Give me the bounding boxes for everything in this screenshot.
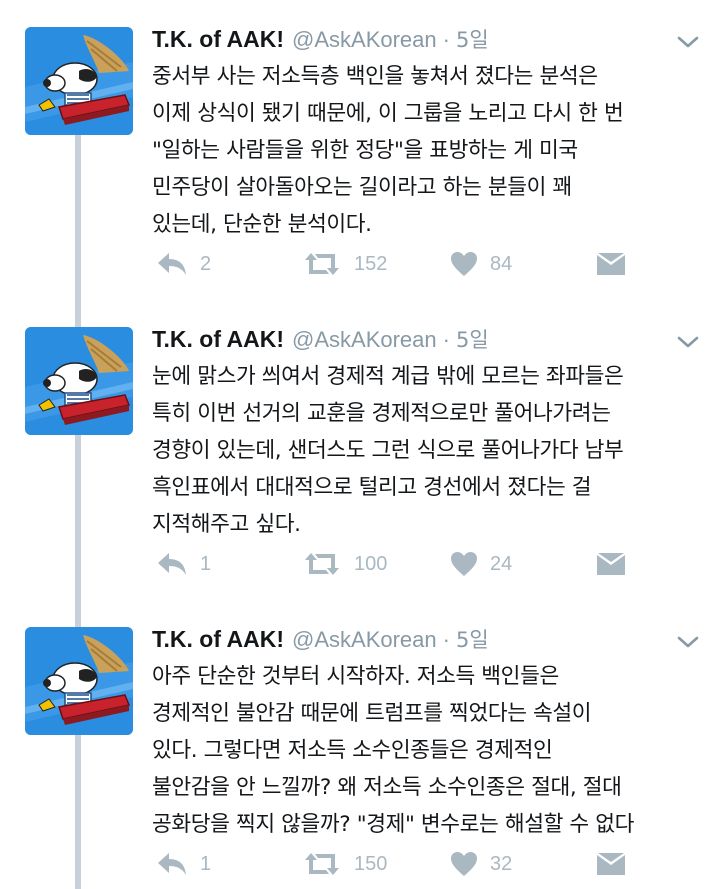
retweet-button[interactable]: 150 [302, 846, 387, 882]
snoopy-avatar-icon [25, 327, 133, 435]
user-handle[interactable]: @AskAKorean [292, 627, 437, 653]
retweet-button[interactable]: 100 [302, 546, 387, 582]
reply-count: 1 [200, 552, 212, 575]
tweet-text-line: 중서부 사는 저소득층 백인을 놓쳐서 졌다는 분석은 [152, 64, 598, 89]
chevron-down-icon[interactable] [676, 34, 700, 50]
tweet-text-line: 민주당이 살아돌아오는 길이라고 하는 분들이 꽤 [152, 175, 572, 200]
tweet-text-line: 지적해주고 싶다. [152, 512, 301, 537]
tweet-text: 아주 단순한 것부터 시작하자. 저소득 백인들은 경제적인 불안감 때문에 트… [152, 658, 708, 843]
tweet[interactable]: T.K. of AAK! @AskAKorean · 5일 아주 단순한 것부터… [0, 600, 720, 889]
tweet-text: 중서부 사는 저소득층 백인을 놓쳐서 졌다는 분석은 이제 상식이 됐기 때문… [152, 58, 708, 243]
reply-count: 1 [200, 852, 212, 875]
display-name[interactable]: T.K. of AAK! [152, 26, 284, 53]
like-count: 24 [490, 552, 513, 575]
tweet[interactable]: T.K. of AAK! @AskAKorean · 5일 눈에 맑스가 씌여서… [0, 300, 720, 600]
envelope-icon [597, 853, 625, 875]
tweet-thread: T.K. of AAK! @AskAKorean · 5일 중서부 사는 저소득… [0, 0, 720, 889]
tweet-text-line: 경향이 있는데, 샌더스도 그런 식으로 풀어나가다 남부 [152, 438, 624, 463]
retweet-button[interactable]: 152 [302, 246, 387, 282]
tweet-header: T.K. of AAK! @AskAKorean · 5일 [152, 624, 489, 654]
message-button[interactable] [596, 546, 626, 582]
message-button[interactable] [596, 246, 626, 282]
like-count: 32 [490, 852, 513, 875]
user-handle[interactable]: @AskAKorean [292, 27, 437, 53]
retweet-icon [305, 253, 339, 275]
tweet-header: T.K. of AAK! @AskAKorean · 5일 [152, 324, 489, 354]
tweet-text-line: "일하는 사람들을 위한 정당"을 표방하는 게 미국 [152, 138, 578, 163]
tweet-text-line: 공화당을 찍지 않을까? "경제" 변수로는 해설할 수 없다 [152, 812, 635, 837]
reply-count: 2 [200, 252, 212, 275]
separator-dot: · [442, 627, 450, 652]
like-count: 84 [490, 252, 513, 275]
chevron-down-icon[interactable] [676, 634, 700, 650]
user-handle[interactable]: @AskAKorean [292, 327, 437, 353]
snoopy-avatar-icon [25, 27, 133, 135]
like-button[interactable]: 84 [450, 246, 512, 282]
tweet-text-line: 아주 단순한 것부터 시작하자. 저소득 백인들은 [152, 664, 559, 689]
reply-icon [158, 553, 186, 575]
reply-icon [158, 853, 186, 875]
tweet-text: 눈에 맑스가 씌여서 경제적 계급 밖에 모르는 좌파들은 특히 이번 선거의 … [152, 358, 708, 543]
heart-icon [451, 252, 477, 276]
avatar[interactable] [25, 27, 133, 135]
message-button[interactable] [596, 846, 626, 882]
tweet-text-line: 이제 상식이 됐기 때문에, 이 그룹을 노리고 다시 한 번 [152, 101, 624, 126]
separator-dot: · [442, 27, 450, 52]
chevron-down-icon[interactable] [676, 334, 700, 350]
tweet-text-line: 특히 이번 선거의 교훈을 경제적으로만 풀어나가려는 [152, 401, 611, 426]
tweet-actions: 1 100 24 [152, 546, 712, 582]
heart-icon [451, 552, 477, 576]
heart-icon [451, 852, 477, 876]
display-name[interactable]: T.K. of AAK! [152, 626, 284, 653]
tweet[interactable]: T.K. of AAK! @AskAKorean · 5일 중서부 사는 저소득… [0, 0, 720, 300]
envelope-icon [597, 253, 625, 275]
tweet-text-line: 불안감을 안 느낄까? 왜 저소득 소수인종은 절대, 절대 [152, 775, 622, 800]
retweet-count: 100 [354, 552, 388, 575]
retweet-count: 152 [354, 252, 388, 275]
retweet-count: 150 [354, 852, 388, 875]
separator-dot: · [442, 327, 450, 352]
avatar[interactable] [25, 327, 133, 435]
tweet-text-line: 있는데, 단순한 분석이다. [152, 212, 372, 237]
timestamp[interactable]: 5일 [456, 324, 489, 354]
reply-icon [158, 253, 186, 275]
timestamp[interactable]: 5일 [456, 24, 489, 54]
display-name[interactable]: T.K. of AAK! [152, 326, 284, 353]
retweet-icon [305, 553, 339, 575]
reply-button[interactable]: 1 [156, 846, 211, 882]
like-button[interactable]: 32 [450, 846, 512, 882]
reply-button[interactable]: 1 [156, 546, 211, 582]
timestamp[interactable]: 5일 [456, 624, 489, 654]
avatar[interactable] [25, 627, 133, 735]
tweet-actions: 2 152 84 [152, 246, 712, 282]
envelope-icon [597, 553, 625, 575]
reply-button[interactable]: 2 [156, 246, 211, 282]
tweet-text-line: 있다. 그렇다면 저소득 소수인종들은 경제적인 [152, 738, 553, 763]
tweet-text-line: 흑인표에서 대대적으로 털리고 경선에서 졌다는 걸 [152, 475, 592, 500]
tweet-text-line: 눈에 맑스가 씌여서 경제적 계급 밖에 모르는 좌파들은 [152, 364, 624, 389]
snoopy-avatar-icon [25, 627, 133, 735]
tweet-header: T.K. of AAK! @AskAKorean · 5일 [152, 24, 489, 54]
like-button[interactable]: 24 [450, 546, 512, 582]
retweet-icon [305, 853, 339, 875]
tweet-text-line: 경제적인 불안감 때문에 트럼프를 찍었다는 속설이 [152, 701, 592, 726]
tweet-actions: 1 150 32 [152, 846, 712, 882]
